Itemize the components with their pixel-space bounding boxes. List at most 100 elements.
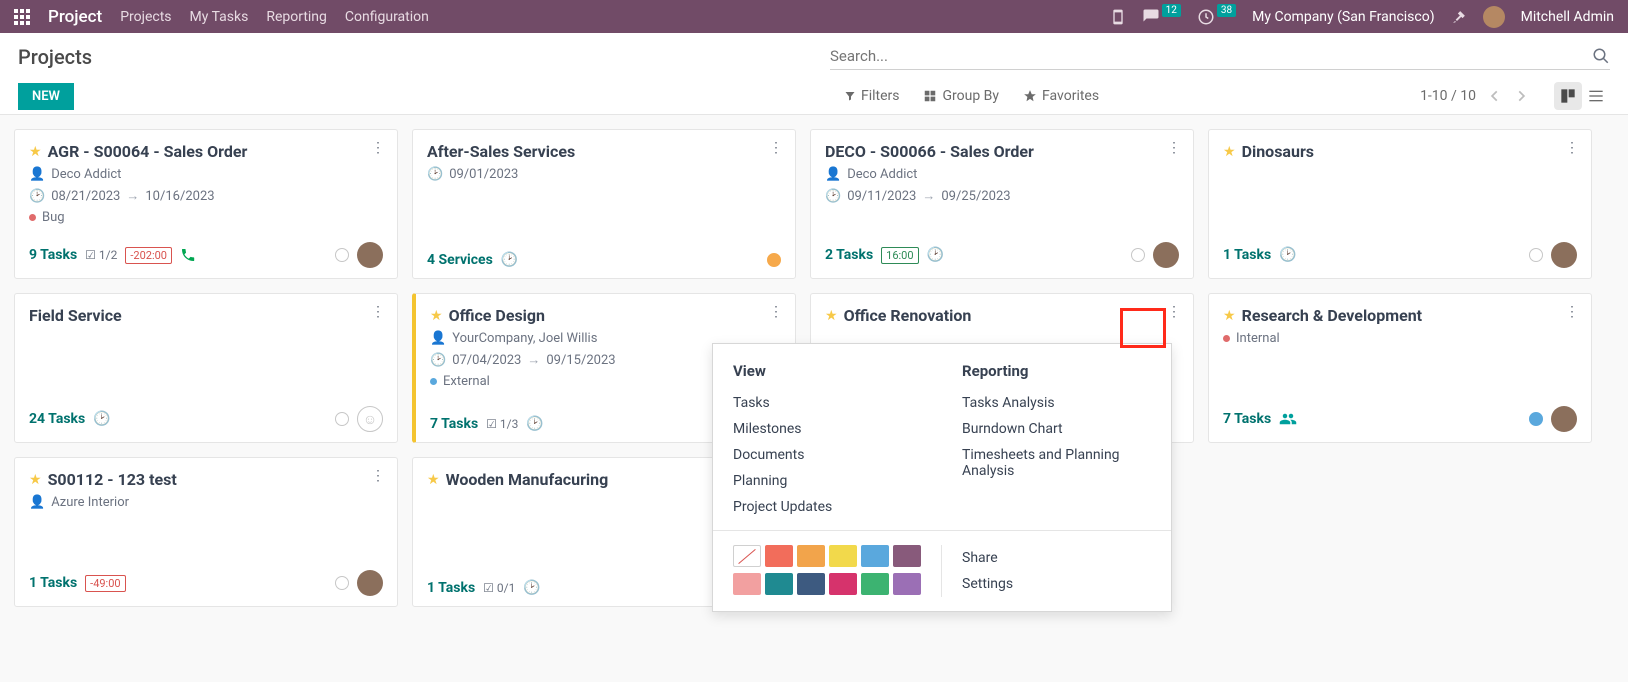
activities-icon[interactable]: 38 xyxy=(1197,8,1236,26)
color-none[interactable] xyxy=(733,545,761,567)
messages-badge: 12 xyxy=(1162,4,1181,17)
project-card-dinosaurs[interactable]: ⋮ ★Dinosaurs 1 Tasks 🕑 xyxy=(1208,129,1592,279)
card-menu-icon[interactable]: ⋮ xyxy=(769,304,783,320)
tasks-link[interactable]: 1 Tasks xyxy=(1223,247,1271,263)
debug-icon[interactable] xyxy=(1451,9,1467,25)
page-title: Projects xyxy=(18,45,92,69)
tasks-link[interactable]: 2 Tasks xyxy=(825,247,873,263)
card-menu-icon[interactable]: ⋮ xyxy=(1565,304,1579,320)
card-menu-icon[interactable]: ⋮ xyxy=(1167,304,1181,320)
search-icon[interactable] xyxy=(1592,47,1610,65)
user-icon: 👤 xyxy=(430,331,446,346)
star-icon[interactable]: ★ xyxy=(430,308,443,324)
dropdown-planning[interactable]: Planning xyxy=(733,468,922,494)
dropdown-tasks-analysis[interactable]: Tasks Analysis xyxy=(962,390,1151,416)
star-icon[interactable]: ★ xyxy=(427,472,440,488)
color-swatch[interactable] xyxy=(765,545,793,567)
search-bar[interactable] xyxy=(830,43,1610,70)
dropdown-project-updates[interactable]: Project Updates xyxy=(733,494,922,520)
color-swatch[interactable] xyxy=(893,545,921,567)
tasks-link[interactable]: 1 Tasks xyxy=(427,580,475,596)
filters-button[interactable]: Filters xyxy=(844,88,900,104)
phone-icon[interactable] xyxy=(180,247,196,263)
dropdown-burndown[interactable]: Burndown Chart xyxy=(962,416,1151,442)
color-swatch[interactable] xyxy=(893,573,921,595)
status-circle[interactable] xyxy=(335,248,349,262)
view-kanban[interactable] xyxy=(1554,82,1582,110)
color-swatch[interactable] xyxy=(829,573,857,595)
pager-prev[interactable] xyxy=(1488,89,1502,103)
nav-projects[interactable]: Projects xyxy=(120,9,171,25)
assignee-avatar[interactable] xyxy=(357,570,383,596)
card-menu-icon[interactable]: ⋮ xyxy=(371,468,385,484)
nav-reporting[interactable]: Reporting xyxy=(266,9,327,25)
status-circle[interactable] xyxy=(1131,248,1145,262)
star-icon[interactable]: ★ xyxy=(1223,144,1236,160)
card-menu-icon[interactable]: ⋮ xyxy=(371,304,385,320)
star-icon[interactable]: ★ xyxy=(825,308,838,324)
nav-my-tasks[interactable]: My Tasks xyxy=(190,9,249,25)
phone-icon[interactable] xyxy=(1110,9,1126,25)
project-card-deco-sales-order[interactable]: ⋮ DECO - S00066 - Sales Order 👤Deco Addi… xyxy=(810,129,1194,279)
pager-next[interactable] xyxy=(1514,89,1528,103)
color-swatch[interactable] xyxy=(829,545,857,567)
time-remaining: -202:00 xyxy=(125,247,172,264)
dropdown-settings[interactable]: Settings xyxy=(962,571,1151,597)
dropdown-tasks[interactable]: Tasks xyxy=(733,390,922,416)
view-list[interactable] xyxy=(1582,82,1610,110)
status-circle[interactable] xyxy=(767,253,781,267)
tasks-link[interactable]: 4 Services xyxy=(427,252,493,268)
groupby-button[interactable]: Group By xyxy=(923,88,999,104)
tasks-link[interactable]: 7 Tasks xyxy=(1223,411,1271,427)
dropdown-share[interactable]: Share xyxy=(962,545,1151,571)
color-swatch[interactable] xyxy=(765,573,793,595)
color-swatch[interactable] xyxy=(861,573,889,595)
status-circle[interactable] xyxy=(1529,248,1543,262)
project-card-after-sales[interactable]: ⋮ After-Sales Services 🕑09/01/2023 4 Ser… xyxy=(412,129,796,279)
clock-icon: 🕑 xyxy=(825,189,841,204)
project-card-s00112-test[interactable]: ⋮ ★S00112 - 123 test 👤Azure Interior 1 T… xyxy=(14,457,398,607)
search-input[interactable] xyxy=(830,47,1592,65)
assignee-avatar[interactable] xyxy=(357,242,383,268)
color-swatch[interactable] xyxy=(861,545,889,567)
card-menu-icon[interactable]: ⋮ xyxy=(1565,140,1579,156)
dropdown-documents[interactable]: Documents xyxy=(733,442,922,468)
favorites-button[interactable]: Favorites xyxy=(1023,88,1099,104)
company-selector[interactable]: My Company (San Francisco) xyxy=(1252,9,1434,25)
assignee-avatar[interactable] xyxy=(1551,406,1577,432)
color-swatch[interactable] xyxy=(733,573,761,595)
status-circle[interactable] xyxy=(335,576,349,590)
user-avatar[interactable] xyxy=(1483,6,1505,28)
assignee-avatar[interactable] xyxy=(1153,242,1179,268)
user-name[interactable]: Mitchell Admin xyxy=(1521,9,1614,25)
project-card-research-development[interactable]: ⋮ ★Research & Development Internal 7 Tas… xyxy=(1208,293,1592,443)
star-icon[interactable]: ★ xyxy=(29,144,42,160)
status-circle[interactable] xyxy=(335,412,349,426)
card-menu-icon[interactable]: ⋮ xyxy=(1167,140,1181,156)
project-card-field-service[interactable]: ⋮ Field Service 24 Tasks 🕑 ☺ xyxy=(14,293,398,443)
star-icon[interactable]: ★ xyxy=(29,472,42,488)
assignee-avatar[interactable]: ☺ xyxy=(357,406,383,432)
tasks-link[interactable]: 1 Tasks xyxy=(29,575,77,591)
nav-configuration[interactable]: Configuration xyxy=(345,9,429,25)
color-swatch[interactable] xyxy=(797,573,825,595)
messages-icon[interactable]: 12 xyxy=(1142,8,1181,26)
apps-icon[interactable] xyxy=(14,9,30,25)
card-menu-icon[interactable]: ⋮ xyxy=(371,140,385,156)
dropdown-timesheets-analysis[interactable]: Timesheets and Planning Analysis xyxy=(962,442,1151,484)
app-brand[interactable]: Project xyxy=(48,7,102,27)
assignee-avatar[interactable] xyxy=(1551,242,1577,268)
card-title: DECO - S00066 - Sales Order xyxy=(825,142,1034,161)
tasks-link[interactable]: 7 Tasks xyxy=(430,416,478,432)
date-start: 08/21/2023 xyxy=(51,189,120,204)
star-icon[interactable]: ★ xyxy=(1223,308,1236,324)
new-button[interactable]: NEW xyxy=(18,83,74,110)
tasks-link[interactable]: 24 Tasks xyxy=(29,411,85,427)
card-title: Dinosaurs xyxy=(1242,142,1314,161)
color-swatch[interactable] xyxy=(797,545,825,567)
tasks-link[interactable]: 9 Tasks xyxy=(29,247,77,263)
card-menu-icon[interactable]: ⋮ xyxy=(769,140,783,156)
project-card-agr-sales-order[interactable]: ⋮ ★AGR - S00064 - Sales Order 👤Deco Addi… xyxy=(14,129,398,279)
status-circle[interactable] xyxy=(1529,412,1543,426)
dropdown-milestones[interactable]: Milestones xyxy=(733,416,922,442)
